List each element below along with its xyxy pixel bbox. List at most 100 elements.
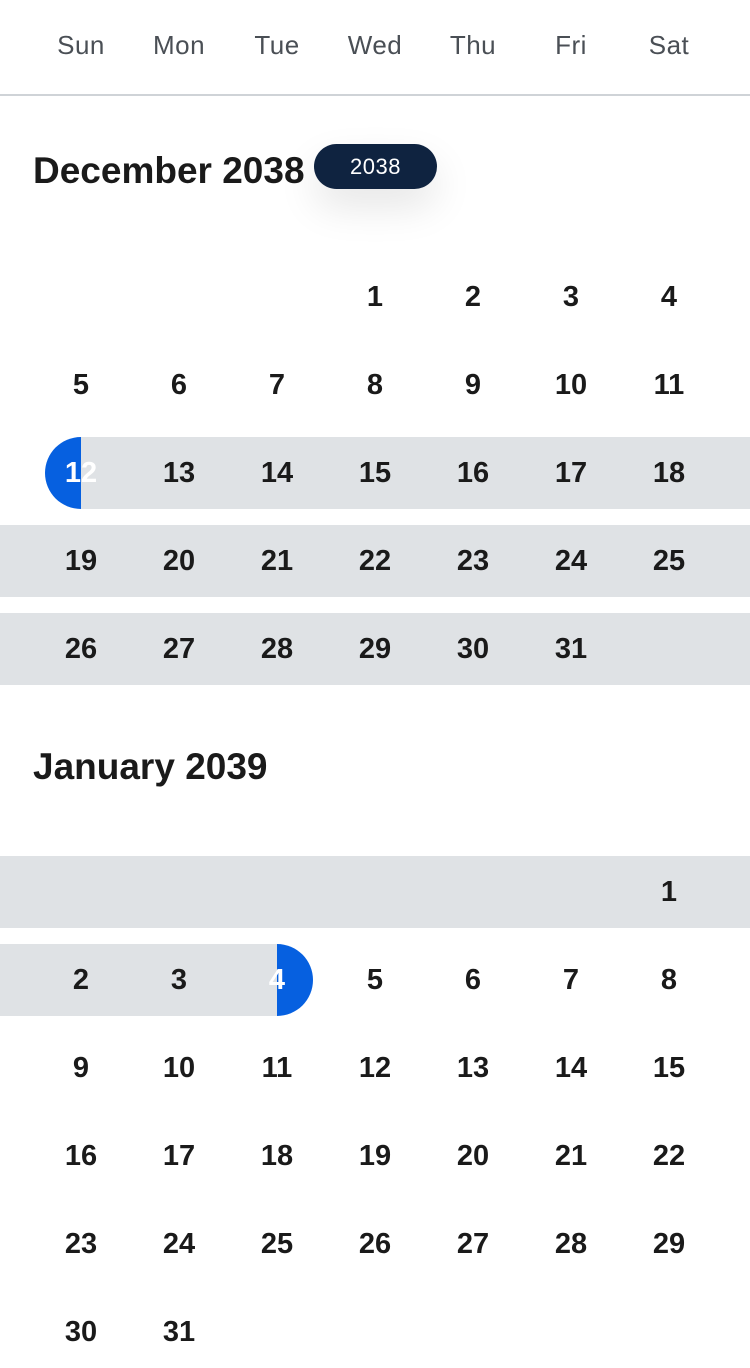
day-cell[interactable]: 5: [326, 944, 424, 1016]
day-cell[interactable]: 28: [522, 1208, 620, 1280]
day-cell[interactable]: 21: [522, 1120, 620, 1192]
day-cell[interactable]: 19: [326, 1120, 424, 1192]
day-cell[interactable]: 16: [424, 437, 522, 509]
selected-day[interactable]: 4: [228, 944, 326, 1016]
day-cell[interactable]: 25: [620, 525, 718, 597]
day-cell[interactable]: 20: [424, 1120, 522, 1192]
day-cell[interactable]: 11: [228, 1032, 326, 1104]
day-cell[interactable]: 18: [620, 437, 718, 509]
day-cell[interactable]: 22: [620, 1120, 718, 1192]
day-cell[interactable]: 3: [130, 944, 228, 1016]
day-number: 21: [260, 545, 294, 577]
day-cell[interactable]: 15: [326, 437, 424, 509]
day-cell[interactable]: 8: [326, 349, 424, 421]
day-number: 29: [652, 1228, 686, 1260]
day-cell[interactable]: 15: [620, 1032, 718, 1104]
day-number: 5: [72, 369, 90, 401]
day-number: 19: [358, 1140, 392, 1172]
day-cell[interactable]: 20: [130, 525, 228, 597]
day-cell[interactable]: 3: [522, 261, 620, 333]
day-cell[interactable]: 7: [522, 944, 620, 1016]
weekday-label-sat: Sat: [648, 30, 690, 60]
day-cell[interactable]: 24: [522, 525, 620, 597]
day-cell[interactable]: 27: [424, 1208, 522, 1280]
day-cell[interactable]: 25: [228, 1208, 326, 1280]
day-number: 12: [358, 1052, 392, 1084]
day-cell[interactable]: 31: [522, 613, 620, 685]
day-cell[interactable]: 11: [620, 349, 718, 421]
day-number: 30: [64, 1316, 98, 1348]
day-cell[interactable]: 23: [424, 525, 522, 597]
day-cell[interactable]: 26: [326, 1208, 424, 1280]
day-number: 27: [456, 1228, 490, 1260]
day-number: 3: [170, 964, 188, 996]
day-number: 28: [260, 633, 294, 665]
day-number: 18: [260, 1140, 294, 1172]
day-number: 3: [562, 281, 580, 313]
day-cell[interactable]: 24: [130, 1208, 228, 1280]
day-cell[interactable]: 21: [228, 525, 326, 597]
day-cell[interactable]: 19: [32, 525, 130, 597]
day-cell[interactable]: 10: [130, 1032, 228, 1104]
day-cell[interactable]: 22: [326, 525, 424, 597]
day-cell[interactable]: 14: [522, 1032, 620, 1104]
day-cell[interactable]: 28: [228, 613, 326, 685]
day-cell[interactable]: 9: [424, 349, 522, 421]
day-number: 16: [456, 457, 490, 489]
day-number: 8: [366, 369, 384, 401]
day-number: 1: [660, 876, 678, 908]
day-cell[interactable]: 5: [32, 349, 130, 421]
day-cell[interactable]: 17: [522, 437, 620, 509]
day-number: 10: [554, 369, 588, 401]
month-title: December 2038: [33, 150, 305, 191]
day-number: 24: [162, 1228, 196, 1260]
day-cell[interactable]: 1: [620, 856, 718, 928]
day-cell[interactable]: 29: [326, 613, 424, 685]
day-cell[interactable]: 23: [32, 1208, 130, 1280]
day-number: 23: [64, 1228, 98, 1260]
day-cell[interactable]: 9: [32, 1032, 130, 1104]
day-cell[interactable]: 6: [424, 944, 522, 1016]
day-number: 20: [162, 545, 196, 577]
day-cell[interactable]: 18: [228, 1120, 326, 1192]
day-number: 7: [268, 369, 286, 401]
day-cell[interactable]: 26: [32, 613, 130, 685]
day-number: 10: [162, 1052, 196, 1084]
day-number: 19: [64, 545, 98, 577]
day-number: 25: [260, 1228, 294, 1260]
weekday-label-sun: Sun: [57, 30, 105, 60]
day-cell[interactable]: 30: [32, 1296, 130, 1368]
day-cell[interactable]: 7: [228, 349, 326, 421]
day-cell[interactable]: 17: [130, 1120, 228, 1192]
day-cell[interactable]: 16: [32, 1120, 130, 1192]
day-cell[interactable]: 1: [326, 261, 424, 333]
day-number: 30: [456, 633, 490, 665]
calendar-scroll-area[interactable]: December 2038 1 2 3 4 5 6 7 8 9 10 11 12 13 14 15 16 17 18…: [0, 0, 750, 1348]
day-cell[interactable]: 10: [522, 349, 620, 421]
weekday-header: Sun Mon Tue Wed Thu Fri Sat: [0, 0, 750, 96]
day-cell[interactable]: 30: [424, 613, 522, 685]
day-number: 15: [358, 457, 392, 489]
day-cell[interactable]: 2: [32, 944, 130, 1016]
day-cell[interactable]: 6: [130, 349, 228, 421]
day-cell[interactable]: 2: [424, 261, 522, 333]
selected-day[interactable]: 12: [32, 437, 130, 509]
day-cell[interactable]: 29: [620, 1208, 718, 1280]
day-cell[interactable]: 12: [326, 1032, 424, 1104]
day-cell[interactable]: 8: [620, 944, 718, 1016]
day-cell[interactable]: 13: [424, 1032, 522, 1104]
day-number: 23: [456, 545, 490, 577]
day-cell[interactable]: 4: [620, 261, 718, 333]
day-number: 31: [162, 1316, 196, 1348]
day-number: 18: [652, 457, 686, 489]
day-number: 15: [652, 1052, 686, 1084]
day-number: 1: [366, 281, 384, 313]
day-cell[interactable]: 31: [130, 1296, 228, 1368]
day-cell[interactable]: 14: [228, 437, 326, 509]
day-cell[interactable]: 27: [130, 613, 228, 685]
day-number: 9: [464, 369, 482, 401]
year-indicator-pill: 2038: [314, 144, 437, 189]
day-number: 25: [652, 545, 686, 577]
weekday-label-wed: Wed: [347, 30, 403, 60]
day-cell[interactable]: 13: [130, 437, 228, 509]
